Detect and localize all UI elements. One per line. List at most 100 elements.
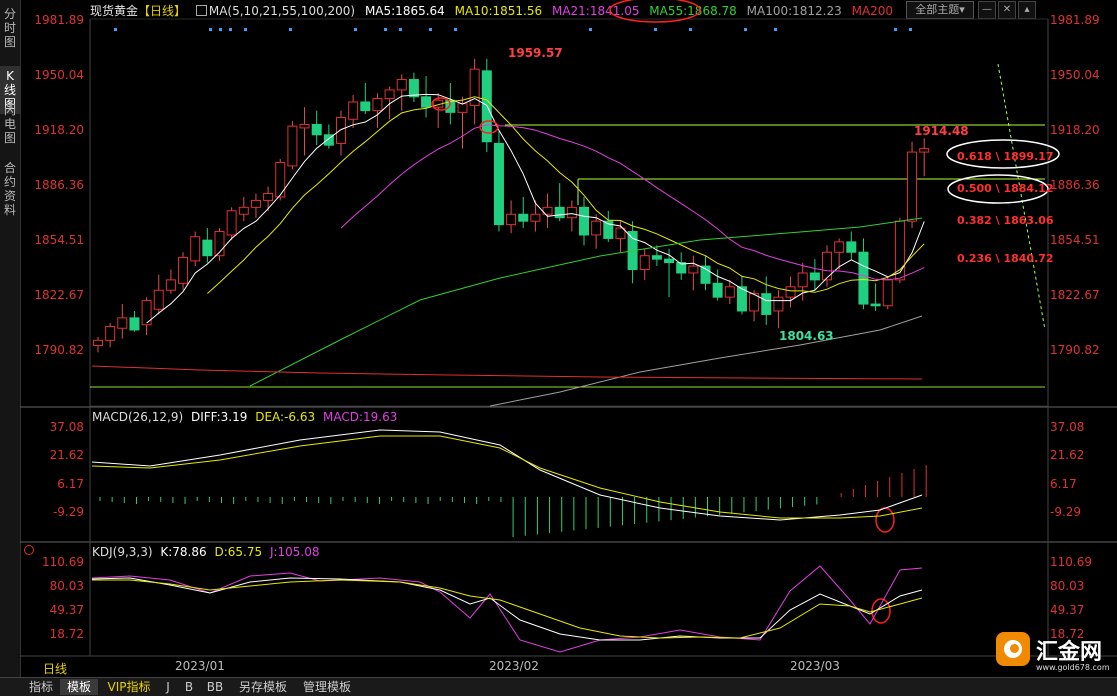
x-label-mar: 2023/03 [790,659,840,673]
candle-body-58 [797,272,808,288]
candle-body-64 [870,303,881,307]
price-label-right-1: 1950.04 [1050,68,1100,82]
bottom-tab-0[interactable]: 指标 [24,679,58,695]
event-marker-16 [894,28,897,31]
candle-body-18 [311,123,322,136]
macd-label-right-2: 6.17 [1050,477,1077,491]
candle-body-0 [93,339,103,347]
bottom-tab-5[interactable]: BB [202,679,228,695]
candle-body-21 [348,101,359,120]
candle-body-34 [506,213,517,226]
kdj-j-line [91,565,923,653]
candle-body-6 [165,279,176,291]
macd-label-left-1: 21.62 [49,448,84,462]
fib-label-0: 0.618 \ 1899.17 [957,150,1054,163]
kdj-label-right-0: 110.69 [1050,555,1092,569]
bottom-tab-2[interactable]: VIP指标 [102,679,156,695]
macd-label-left-3: -9.29 [52,505,84,519]
event-marker-4 [244,28,247,31]
candle-body-20 [336,117,346,144]
x-label-jan: 2023/01 [175,659,225,673]
candle-body-30 [457,103,468,113]
macd-dea: DEA:-6.63 [255,410,316,424]
candle-body-2 [117,317,128,329]
kdj-label-left-2: 49.37 [49,603,84,617]
candle-body-36 [530,213,541,222]
macd-value: MACD:19.63 [322,410,398,424]
kdj-k-line [91,577,923,641]
candle-body-56 [773,296,784,312]
candle-body-39 [566,206,577,219]
event-marker-9 [429,28,432,31]
kdj-label-left-3: 18.72 [49,627,84,641]
candle-body-67 [907,151,918,222]
candle-body-38 [554,206,565,219]
candlestick-chart[interactable] [0,0,1117,695]
bottom-tab-6[interactable]: 另存模板 [232,679,294,695]
macd-label-left-2: 6.17 [57,477,84,491]
candle-body-24 [384,89,395,100]
price-label-left-1: 1950.04 [34,68,84,82]
watermark: 汇金网 www.gold678.com [996,630,1110,675]
candle-body-68 [919,148,930,153]
kdj-params[interactable]: KDJ(9,3,3) [92,545,153,559]
ma55-line [249,217,923,387]
candle-body-8 [190,236,201,262]
event-marker-5 [289,28,292,31]
bottom-tab-4[interactable]: B [180,679,198,695]
event-marker-3 [229,28,232,31]
ma200-line [91,365,923,380]
candle-body-59 [809,272,820,281]
kdj-label-right-1: 80.03 [1050,579,1085,593]
macd-params[interactable]: MACD(26,12,9) [92,410,183,424]
price-label-right-2: 1918.20 [1050,123,1100,137]
macd-dea-line [91,435,923,519]
candle-body-26 [408,79,419,98]
price-label-left-3: 1886.36 [34,178,84,192]
kdj-label-left-1: 80.03 [49,579,84,593]
candle-body-49 [688,265,699,274]
macd-label-right-0: 37.08 [1050,420,1085,434]
price-label-right-5: 1822.67 [1050,288,1100,302]
candle-body-40 [579,206,589,236]
fib-label-1: 0.500 \ 1884.12 [957,182,1054,195]
kdj-d-line [92,579,923,639]
kdj-k: K:78.86 [160,545,207,559]
event-marker-13 [689,28,692,31]
event-marker-2 [219,28,222,31]
price-label-right-4: 1854.51 [1050,233,1100,247]
last-high-label: 1914.48 [914,124,969,138]
candle-body-45 [639,255,650,271]
bottom-tab-3[interactable]: J [160,679,176,695]
event-marker-15 [774,28,777,31]
candle-body-41 [591,220,602,236]
price-label-right-6: 1790.82 [1050,343,1100,357]
bottom-tab-1[interactable]: 模板 [60,679,98,695]
kdj-label-right-2: 49.37 [1050,603,1085,617]
candle-body-13 [250,199,261,208]
kdj-d: D:65.75 [214,545,263,559]
low-price-label: 1804.63 [779,329,834,343]
watermark-url: www.gold678.com [1036,663,1110,672]
candle-body-25 [396,79,407,91]
bottom-tab-7[interactable]: 管理模板 [296,679,358,695]
price-label-right-0: 1981.89 [1050,13,1100,27]
kdj-label-left-0: 110.69 [42,555,84,569]
price-label-right-3: 1886.36 [1050,178,1100,192]
event-marker-14 [744,28,747,31]
macd-diff: DIFF:3.19 [190,410,248,424]
macd-title-bar: MACD(26,12,9) DIFF:3.19 DEA:-6.63 MACD:1… [92,410,401,424]
price-label-left-5: 1822.67 [34,288,84,302]
fib-label-3: 0.236 \ 1840.72 [957,252,1054,265]
candle-body-11 [226,210,237,236]
kdj-settings-icon[interactable] [24,545,34,555]
event-marker-8 [399,28,402,31]
candle-body-4 [141,300,152,326]
candle-body-60 [822,251,832,281]
event-marker-12 [654,28,657,31]
candle-body-65 [882,279,893,307]
price-label-left-4: 1854.51 [34,233,84,247]
high-price-label: 1959.57 [508,46,563,60]
event-marker-1 [209,28,212,31]
period-label[interactable]: 日线 [22,661,88,677]
